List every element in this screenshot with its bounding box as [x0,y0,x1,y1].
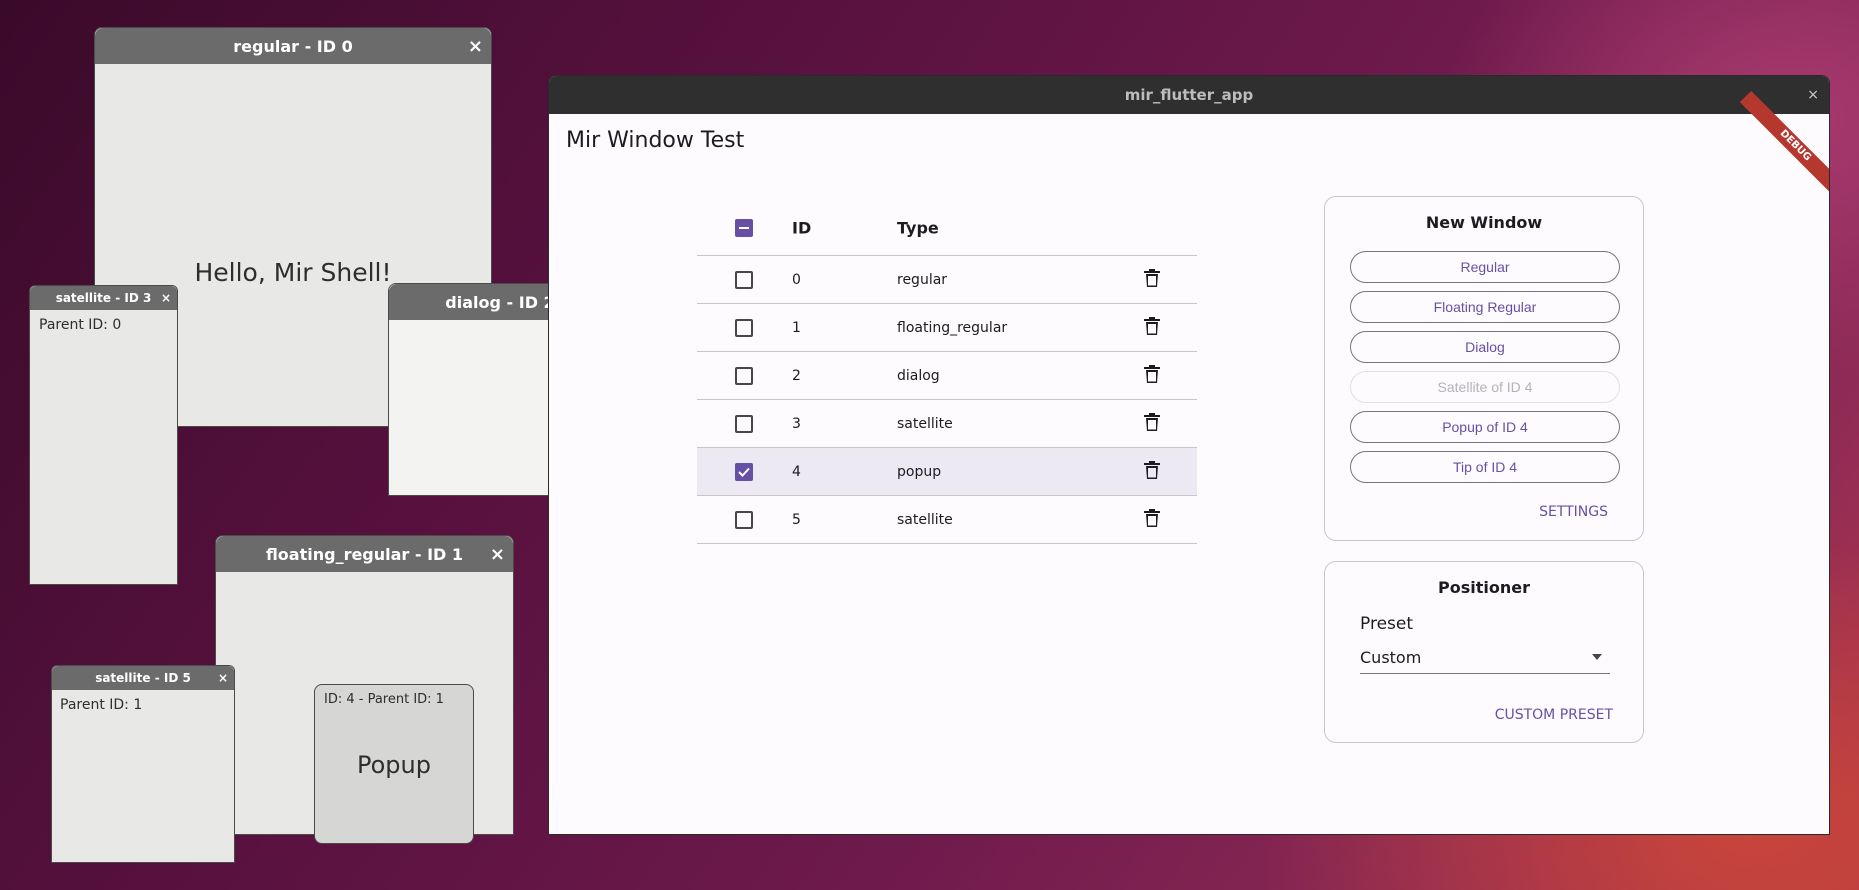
new-window-card: New Window Regular Floating Regular Dial… [1324,196,1644,541]
row-type: floating_regular [897,319,1008,336]
satellite-5-title: satellite - ID 5 [95,671,191,685]
popup-text: Popup [357,751,431,779]
popup-header: ID: 4 - Parent ID: 1 [324,692,444,707]
app-window[interactable]: mir_flutter_app × DEBUG Mir Window Test … [548,75,1830,835]
close-icon[interactable]: × [161,286,171,310]
row-id: 3 [792,415,801,432]
close-icon[interactable]: × [490,536,505,572]
regular-window-title: regular - ID 0 [233,36,353,56]
table-row[interactable]: 5 satellite [697,496,1197,544]
row-id: 2 [792,367,801,384]
tip-button[interactable]: Tip of ID 4 [1350,451,1620,483]
row-id: 0 [792,271,801,288]
satellite-5-window[interactable]: satellite - ID 5 × Parent ID: 1 [51,665,235,863]
checkbox-icon [735,366,753,385]
select-all-checkbox[interactable] [735,218,753,237]
row-checkbox[interactable] [735,414,753,433]
delete-icon[interactable] [1143,508,1161,532]
row-type: regular [897,271,948,288]
satellite-3-window[interactable]: satellite - ID 3 × Parent ID: 0 [29,285,178,585]
dropdown-arrow-icon [1592,654,1602,660]
table-row[interactable]: 3 satellite [697,400,1197,448]
dialog-title: dialog - ID 2 [445,292,555,312]
table-row-selected[interactable]: 4 popup [697,448,1197,496]
dialog-button[interactable]: Dialog [1350,331,1620,363]
row-id: 1 [792,319,801,336]
preset-dropdown[interactable]: Custom [1360,644,1610,674]
row-checkbox[interactable] [735,318,753,337]
table-header: ID Type [697,200,1197,256]
floating-titlebar[interactable]: floating_regular - ID 1 × [216,536,513,572]
popup-window[interactable]: ID: 4 - Parent ID: 1 Popup [314,684,474,844]
positioner-title: Positioner [1438,578,1530,597]
satellite-3-titlebar[interactable]: satellite - ID 3 × [30,286,177,310]
row-type: popup [897,463,942,480]
checked-checkbox-icon [735,462,753,481]
close-icon[interactable]: × [1807,76,1819,114]
settings-button[interactable]: SETTINGS [1539,504,1608,520]
row-checkbox[interactable] [735,270,753,289]
checkbox-icon [735,318,753,337]
window-table: ID Type 0 regular 1 floating_regular 2 d… [697,200,1197,544]
close-icon[interactable]: × [468,28,483,64]
checkbox-icon [735,270,753,289]
floating-regular-button[interactable]: Floating Regular [1350,291,1620,323]
delete-icon[interactable] [1143,412,1161,436]
row-type: dialog [897,367,940,384]
indeterminate-checkbox-icon [735,218,753,237]
app-titlebar[interactable]: mir_flutter_app [549,76,1829,114]
satellite-3-title: satellite - ID 3 [55,291,152,305]
checkbox-icon [735,414,753,433]
preset-label: Preset [1360,614,1414,634]
preset-value: Custom [1360,648,1422,667]
close-icon[interactable]: × [218,666,228,690]
positioner-card: Positioner Preset Custom CUSTOM PRESET [1324,561,1644,743]
table-row[interactable]: 1 floating_regular [697,304,1197,352]
row-type: satellite [897,415,953,432]
satellite-button: Satellite of ID 4 [1350,371,1620,403]
id-column-header: ID [792,218,812,237]
app-window-title: mir_flutter_app [1124,86,1254,104]
satellite-5-titlebar[interactable]: satellite - ID 5 × [52,666,234,690]
regular-window-titlebar[interactable]: regular - ID 0 × [95,28,491,64]
floating-title: floating_regular - ID 1 [265,544,464,564]
parent-id-label: Parent ID: 1 [60,697,143,713]
row-checkbox[interactable] [735,366,753,385]
delete-icon[interactable] [1143,364,1161,388]
row-type: satellite [897,511,953,528]
checkbox-icon [735,510,753,529]
delete-icon[interactable] [1143,460,1161,484]
row-checkbox[interactable] [735,510,753,529]
new-window-title: New Window [1425,213,1543,232]
parent-id-label: Parent ID: 0 [39,317,122,333]
delete-icon[interactable] [1143,268,1161,292]
row-checkbox[interactable] [735,462,753,481]
custom-preset-button[interactable]: CUSTOM PRESET [1495,707,1613,723]
row-id: 4 [792,463,801,480]
table-row[interactable]: 0 regular [697,256,1197,304]
delete-icon[interactable] [1143,316,1161,340]
table-row[interactable]: 2 dialog [697,352,1197,400]
type-column-header: Type [897,218,939,237]
page-title: Mir Window Test [566,128,745,153]
regular-button[interactable]: Regular [1350,251,1620,283]
row-id: 5 [792,511,801,528]
popup-button[interactable]: Popup of ID 4 [1350,411,1620,443]
